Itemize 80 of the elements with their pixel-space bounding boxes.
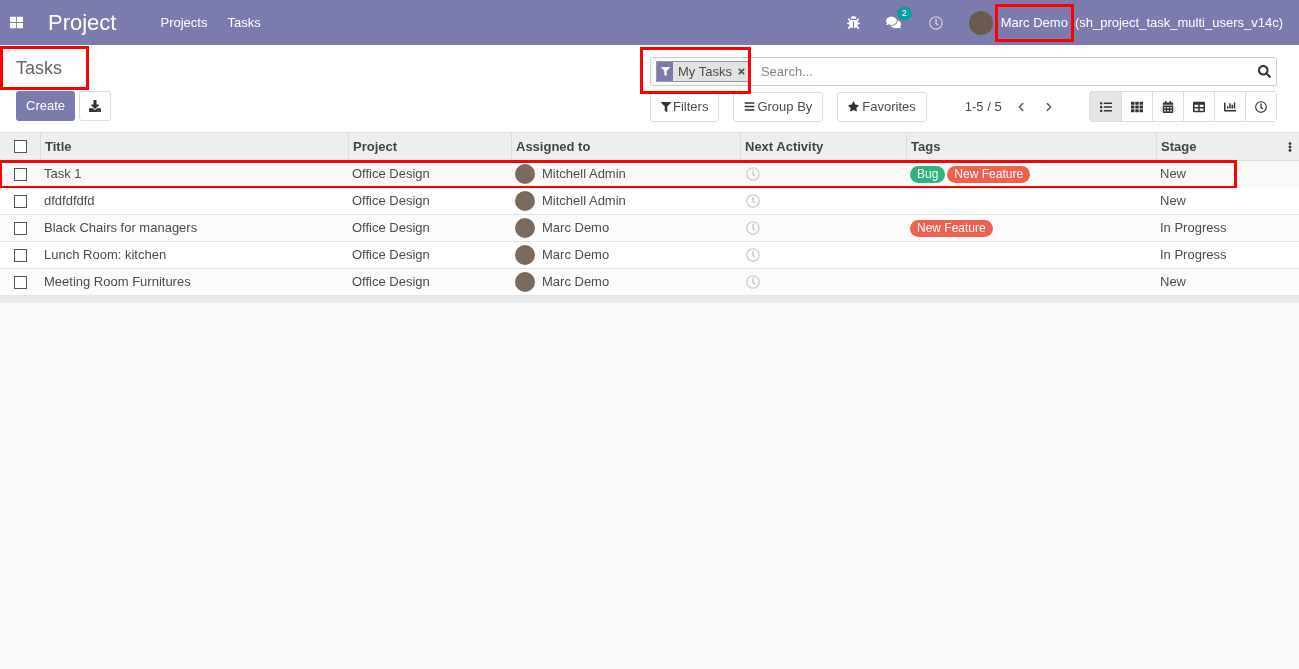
pager-value[interactable]: 1-5 / 5: [964, 96, 1002, 117]
clock-icon: [1255, 100, 1267, 113]
column-header[interactable]: Next Activity: [745, 136, 824, 157]
table-cell-text: Mitchell Admin: [542, 192, 626, 211]
column-header[interactable]: Tags: [911, 136, 941, 157]
search-input[interactable]: Search...: [760, 61, 1258, 82]
table-cell: Lunch Room: kitchen: [44, 247, 167, 263]
table-cell: New: [1160, 193, 1186, 209]
table-cell-text: Marc Demo: [542, 219, 610, 238]
calendar-icon: [1162, 100, 1174, 113]
apps-menu-icon[interactable]: [10, 16, 23, 29]
facet-label: My Tasks: [677, 62, 733, 81]
column-header[interactable]: Project: [353, 136, 398, 157]
app-name: Project: [48, 9, 117, 37]
table-cell: New: [1160, 166, 1186, 182]
task-row[interactable]: dfdfdfdfd Office Design Mitchell Admin New: [0, 188, 1299, 215]
remove-icon[interactable]: [736, 67, 746, 76]
avatar: [515, 164, 535, 184]
table-cell: Task 1: [44, 166, 82, 182]
task-row[interactable]: Task 1 Office Design Mitchell Admin Bug New Feature New: [0, 161, 1236, 188]
database-name: (sh_project_task_multi_users_v14c): [1074, 13, 1283, 32]
table-cell: dfdfdfdfd: [44, 193, 95, 209]
list-view-button[interactable]: [1090, 92, 1121, 121]
filter-icon: [661, 101, 671, 112]
nav-menu-item[interactable]: Projects: [160, 12, 208, 33]
table-cell: Office Design: [352, 193, 430, 209]
task-row[interactable]: Lunch Room: kitchen Office Design Marc Demo In Progress: [0, 242, 1299, 269]
chat-icon[interactable]: [885, 15, 901, 30]
bar-chart-icon: [1224, 100, 1236, 113]
checkbox[interactable]: [13, 140, 27, 153]
table-cell: Meeting Room Furnitures: [44, 274, 191, 290]
table-icon: [1193, 100, 1205, 113]
checkbox[interactable]: [13, 221, 27, 235]
page-title: Tasks: [16, 57, 62, 80]
favorites-button[interactable]: Favorites: [837, 91, 927, 122]
tag-badge: New Feature: [947, 165, 1031, 183]
bug-icon[interactable]: [846, 16, 860, 29]
checkbox[interactable]: [13, 194, 27, 208]
table-cell-text: Marc Demo: [542, 273, 610, 292]
nav-menu-item[interactable]: Tasks: [227, 12, 261, 33]
user-name[interactable]: Marc Demo: [1000, 12, 1068, 33]
table-cell: Office Design: [352, 274, 430, 290]
table-cell: In Progress: [1160, 220, 1227, 236]
next-icon[interactable]: [1043, 101, 1054, 112]
table-cell-text: Marc Demo: [542, 246, 610, 265]
task-row[interactable]: Black Chairs for managers Office Design Marc Demo New Feature In Progress: [0, 215, 1299, 242]
download-button[interactable]: [79, 91, 112, 121]
checkbox[interactable]: [13, 167, 27, 181]
table-cell-text: Mitchell Admin: [542, 165, 626, 184]
avatar: [515, 272, 535, 292]
task-row[interactable]: Meeting Room Furnitures Office Design Marc Demo New: [0, 269, 1299, 296]
avatar: [515, 191, 535, 211]
message-count-badge: 2: [896, 7, 912, 20]
column-header[interactable]: Stage: [1161, 136, 1197, 157]
group-by-button[interactable]: Group By: [733, 91, 824, 122]
checkbox[interactable]: [13, 275, 27, 289]
tag-badge: Bug: [910, 165, 946, 183]
menu-lines-icon: [744, 101, 756, 112]
avatar: [515, 245, 535, 265]
activity-view-button[interactable]: [1245, 92, 1276, 121]
checkbox[interactable]: [13, 248, 27, 262]
grid-icon: [1131, 100, 1143, 113]
column-header[interactable]: Title: [45, 136, 72, 157]
table-cell: Office Design: [352, 247, 430, 263]
avatar: [515, 218, 535, 238]
tag-badge: New Feature: [910, 219, 993, 237]
create-button[interactable]: Create: [16, 91, 76, 121]
filter-icon: [660, 67, 670, 76]
star-icon: [848, 101, 860, 112]
table-cell: New: [1160, 274, 1186, 290]
table-cell: Office Design: [352, 166, 430, 182]
table-cell: Office Design: [352, 220, 430, 236]
search-icon[interactable]: [1258, 65, 1271, 78]
table-cell: Black Chairs for managers: [44, 220, 198, 236]
column-header[interactable]: Assigned to: [516, 136, 591, 157]
list-icon: [1099, 100, 1112, 113]
download-icon: [89, 100, 102, 112]
search-field[interactable]: My Tasks Search...: [650, 57, 1277, 86]
search-facet[interactable]: My Tasks: [656, 61, 751, 82]
table-cell: In Progress: [1160, 247, 1227, 263]
